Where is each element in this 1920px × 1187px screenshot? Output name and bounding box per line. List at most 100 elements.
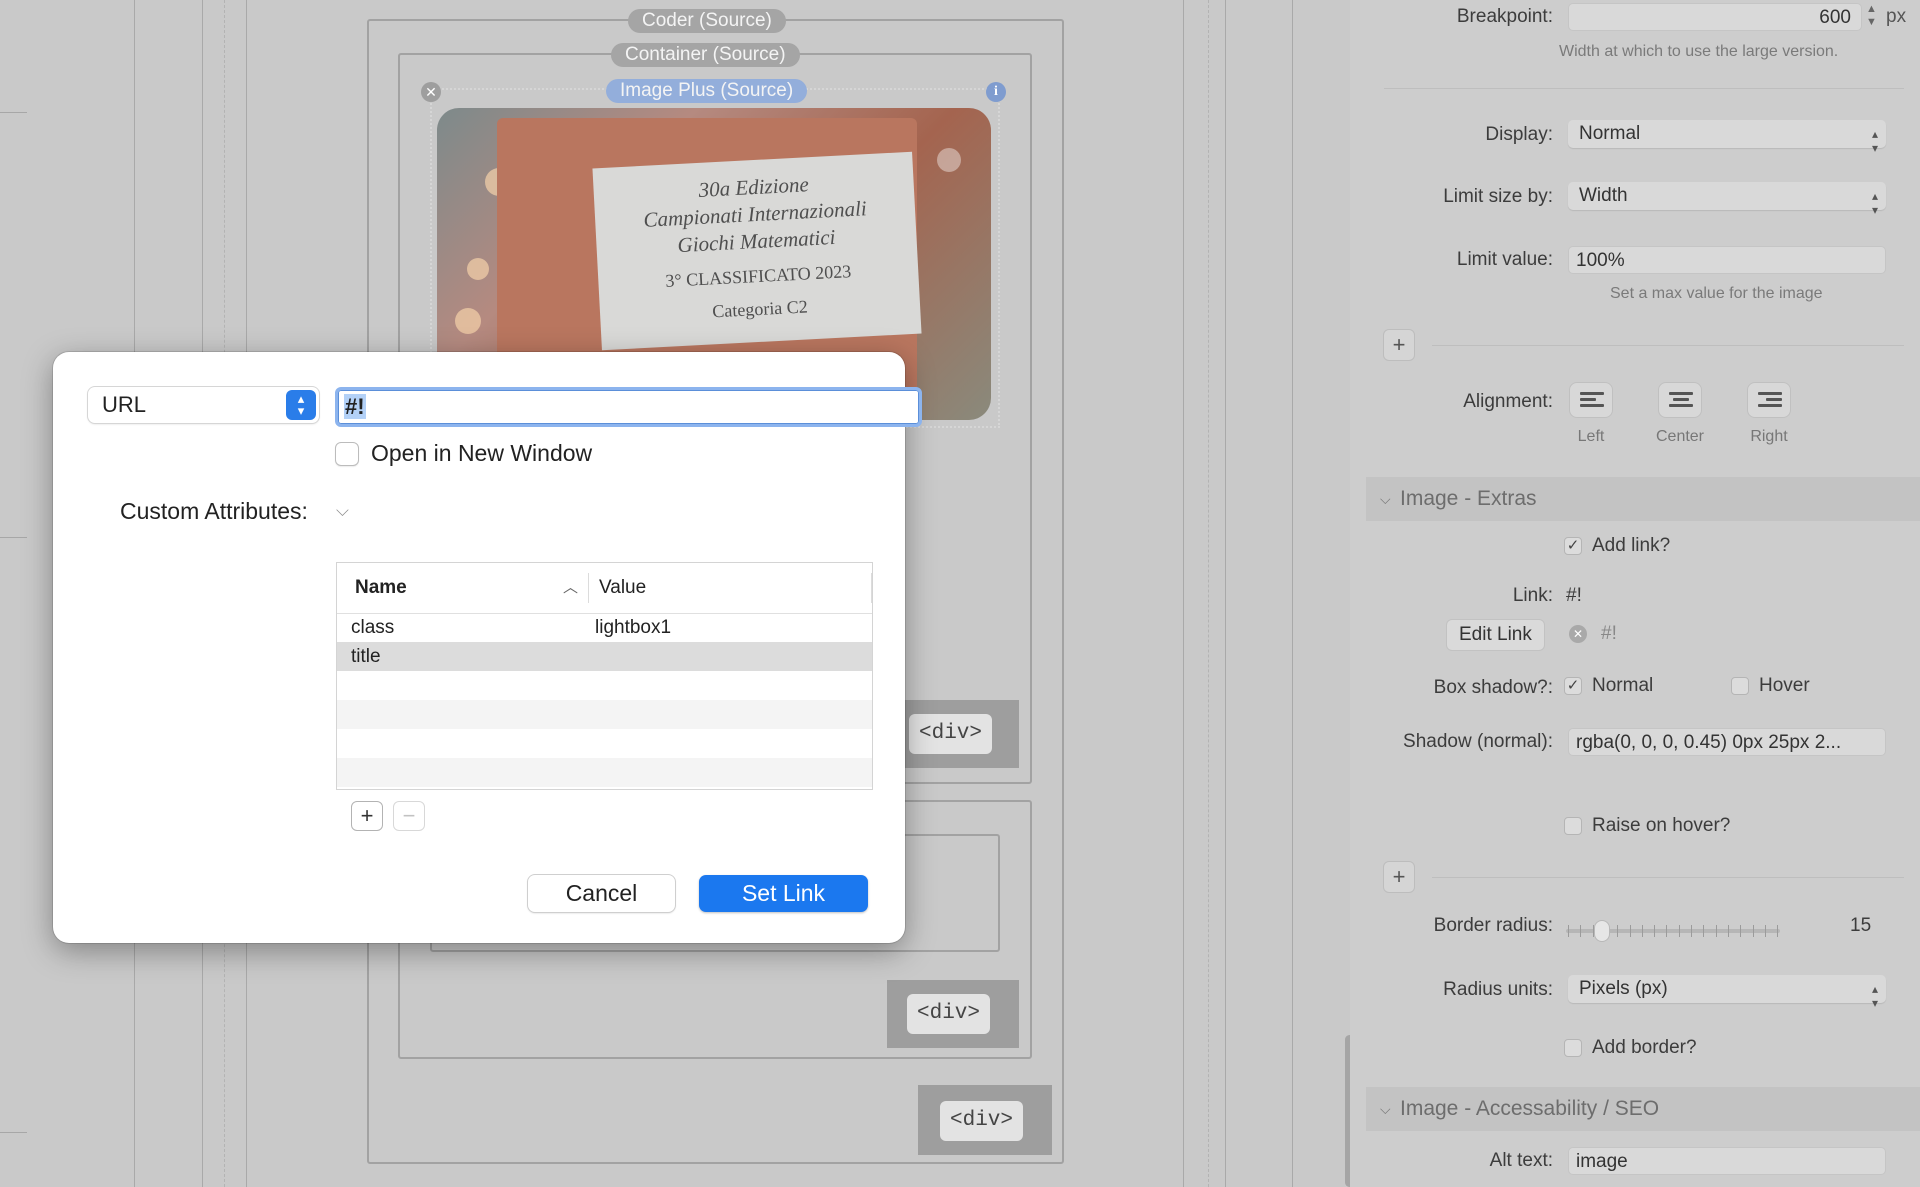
link-label: Link: bbox=[1512, 585, 1553, 606]
set-link-button[interactable]: Set Link bbox=[699, 875, 868, 912]
border-radius-label: Border radius: bbox=[1433, 915, 1553, 936]
slider-tick bbox=[1764, 925, 1766, 937]
slider-tick bbox=[1752, 925, 1754, 937]
border-radius-knob[interactable] bbox=[1594, 920, 1610, 942]
link-value: #! bbox=[1566, 585, 1582, 606]
shadow-normal-field[interactable]: rgba(0, 0, 0, 0.45) 0px 25px 2... bbox=[1568, 728, 1886, 756]
coder-source-pill[interactable]: Coder (Source) bbox=[628, 9, 786, 33]
div-block[interactable]: <div> bbox=[918, 1085, 1052, 1155]
bokeh-light bbox=[455, 308, 481, 334]
image-seo-section-header[interactable]: ⌵ Image - Accessability / SEO bbox=[1366, 1087, 1920, 1131]
table-row[interactable]: class lightbox1 bbox=[337, 613, 872, 642]
trophy-plaque: 30a Edizione Campionati Internazionali G… bbox=[592, 151, 922, 351]
slider-tick bbox=[1629, 925, 1631, 937]
div-tag[interactable]: <div> bbox=[909, 714, 993, 754]
slider-tick bbox=[1727, 925, 1729, 937]
slider-tick bbox=[1666, 925, 1668, 937]
add-option-button-2[interactable]: + bbox=[1383, 861, 1415, 893]
image-extras-section-header[interactable]: ⌵ Image - Extras bbox=[1366, 477, 1920, 521]
clear-link-icon[interactable]: ✕ bbox=[1569, 625, 1587, 643]
remove-element-icon[interactable]: ✕ bbox=[421, 82, 441, 102]
slider-tick bbox=[1703, 925, 1705, 937]
custom-attributes-label: Custom Attributes: bbox=[120, 498, 308, 524]
separator bbox=[1384, 88, 1904, 89]
slider-tick bbox=[1691, 925, 1692, 937]
bokeh-light bbox=[467, 258, 489, 280]
limit-size-label: Limit size by: bbox=[1443, 186, 1553, 207]
image-extras-title: Image - Extras bbox=[1400, 487, 1537, 510]
div-tag[interactable]: <div> bbox=[940, 1101, 1024, 1141]
slider-tick bbox=[1580, 925, 1582, 937]
raise-on-hover-label: Raise on hover? bbox=[1592, 815, 1731, 836]
limit-value-hint: Set a max value for the image bbox=[1610, 285, 1823, 302]
chevron-down-icon[interactable]: ⌵ bbox=[336, 501, 349, 521]
chevron-down-icon: ⌵ bbox=[1380, 491, 1391, 507]
add-border-label: Add border? bbox=[1592, 1037, 1697, 1058]
sort-ascending-icon[interactable]: ︿ bbox=[563, 563, 578, 613]
guide-line bbox=[1183, 0, 1184, 1187]
div-tag[interactable]: <div> bbox=[907, 994, 991, 1034]
link-type-select[interactable]: URL ▴ ▾ bbox=[88, 387, 319, 423]
breakpoint-label: Breakpoint: bbox=[1456, 6, 1553, 27]
box-shadow-normal-label: Normal bbox=[1592, 675, 1654, 696]
align-center-caption: Center bbox=[1655, 428, 1705, 445]
breakpoint-hint: Width at which to use the large version. bbox=[1559, 43, 1839, 60]
raise-on-hover-checkbox[interactable] bbox=[1564, 817, 1582, 835]
remove-attribute-button[interactable]: − bbox=[393, 801, 425, 831]
info-icon[interactable]: i bbox=[986, 82, 1006, 102]
add-option-button[interactable]: + bbox=[1383, 329, 1415, 361]
breakpoint-field[interactable]: 600 bbox=[1568, 3, 1862, 31]
url-input[interactable]: #! bbox=[335, 387, 922, 427]
display-label: Display: bbox=[1485, 124, 1553, 145]
column-divider[interactable] bbox=[588, 573, 589, 603]
alt-text-field[interactable]: image bbox=[1568, 1147, 1886, 1175]
cancel-button[interactable]: Cancel bbox=[528, 875, 675, 912]
empty-row bbox=[337, 700, 872, 729]
empty-row bbox=[337, 758, 872, 787]
attr-name: title bbox=[351, 646, 381, 667]
box-shadow-label: Box shadow?: bbox=[1433, 677, 1553, 698]
image-plus-source-pill[interactable]: Image Plus (Source) bbox=[606, 79, 808, 103]
align-right-caption: Right bbox=[1750, 428, 1788, 445]
select-arrows-icon: ▴ ▾ bbox=[1871, 189, 1878, 217]
container-source-pill[interactable]: Container (Source) bbox=[611, 43, 800, 67]
add-attribute-button[interactable]: + bbox=[351, 801, 383, 831]
select-arrows-icon: ▴ ▾ bbox=[286, 390, 316, 420]
slider-tick bbox=[1678, 925, 1680, 937]
link-type-value: URL bbox=[102, 392, 147, 417]
table-row[interactable]: title bbox=[337, 642, 872, 671]
guide-line bbox=[0, 537, 27, 538]
slider-tick bbox=[1641, 925, 1643, 937]
column-header-value[interactable]: Value bbox=[599, 563, 646, 613]
column-divider[interactable] bbox=[871, 573, 872, 603]
div-block[interactable]: <div> bbox=[905, 700, 1019, 768]
column-header-name[interactable]: Name bbox=[355, 563, 407, 613]
limit-size-value: Width bbox=[1579, 185, 1628, 206]
align-center-button[interactable] bbox=[1658, 382, 1702, 418]
radius-units-select[interactable]: Pixels (px) ▴ ▾ bbox=[1568, 975, 1886, 1010]
custom-attributes-table: Name ︿ Value class lightbox1 title bbox=[336, 562, 873, 790]
select-arrows-icon: ▴ ▾ bbox=[1871, 127, 1878, 155]
add-border-checkbox[interactable] bbox=[1564, 1039, 1582, 1057]
limit-size-select[interactable]: Width ▴ ▾ bbox=[1568, 182, 1886, 217]
breakpoint-unit: px bbox=[1886, 6, 1907, 27]
alt-text-label: Alt text: bbox=[1489, 1150, 1553, 1171]
open-new-window-checkbox[interactable] bbox=[335, 442, 359, 466]
align-left-button[interactable] bbox=[1569, 382, 1613, 418]
limit-value-field[interactable]: 100% bbox=[1568, 246, 1886, 274]
chevron-down-icon: ⌵ bbox=[1380, 1101, 1391, 1117]
align-left-caption: Left bbox=[1577, 428, 1605, 445]
edit-link-button[interactable]: Edit Link bbox=[1446, 619, 1545, 651]
shadow-normal-label: Shadow (normal): bbox=[1403, 731, 1553, 752]
box-shadow-normal-checkbox[interactable]: ✓ bbox=[1564, 677, 1582, 695]
box-shadow-hover-checkbox[interactable] bbox=[1731, 677, 1749, 695]
add-link-checkbox[interactable]: ✓ bbox=[1564, 537, 1582, 555]
div-block[interactable]: <div> bbox=[887, 980, 1019, 1048]
breakpoint-stepper[interactable]: ▲ ▼ bbox=[1866, 3, 1877, 29]
display-select[interactable]: Normal ▴ ▾ bbox=[1568, 120, 1886, 155]
align-right-button[interactable] bbox=[1747, 382, 1791, 418]
slider-tick bbox=[1568, 925, 1569, 937]
radius-units-label: Radius units: bbox=[1443, 979, 1553, 1000]
table-header: Name ︿ Value bbox=[337, 563, 872, 614]
attr-name: class bbox=[351, 617, 395, 638]
